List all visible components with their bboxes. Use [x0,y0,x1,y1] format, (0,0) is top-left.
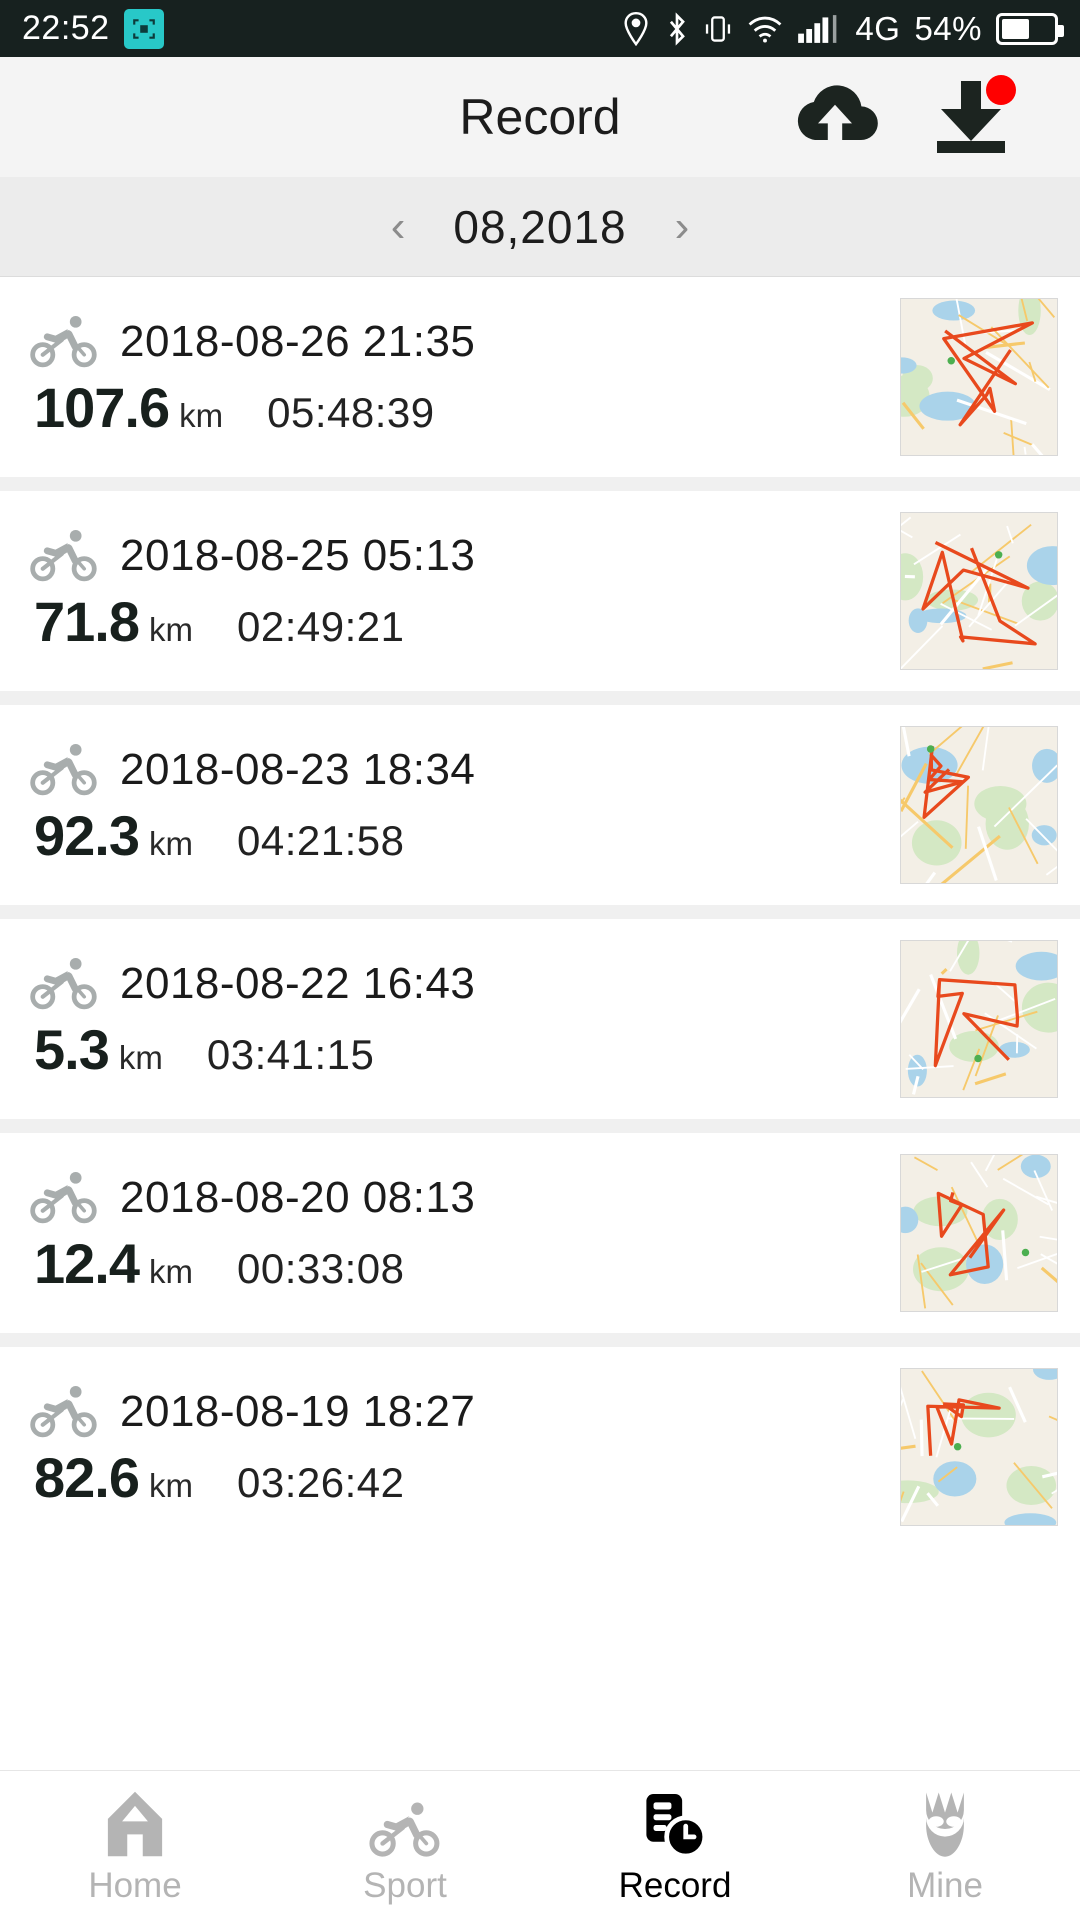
wifi-icon [747,14,783,44]
record-row[interactable]: 2018-08-22 16:43 5.3 km 03:41:15 [0,919,1080,1119]
record-distance: 82.6 [34,1445,140,1509]
cloud-upload-button[interactable] [788,77,882,157]
record-duration: 05:48:39 [267,388,435,436]
prev-month-button[interactable]: ‹ [381,199,416,255]
record-distance: 71.8 [34,589,140,653]
cycling-icon [30,743,98,797]
app-header: Record [0,57,1080,177]
bluetooth-icon [665,11,689,46]
record-distance: 107.6 [34,375,170,439]
record-datetime: 2018-08-23 18:34 [120,744,476,794]
nav-item-mine[interactable]: Mine [810,1786,1080,1906]
location-icon [621,11,651,46]
nav-label: Home [88,1865,182,1905]
cycling-icon [30,957,98,1011]
map-route-thumbnail[interactable] [900,298,1058,456]
record-duration: 00:33:08 [237,1244,405,1292]
record-datetime: 2018-08-20 08:13 [120,1172,476,1222]
record-datetime: 2018-08-22 16:43 [120,958,476,1008]
cycling-icon [30,1385,98,1439]
record-distance-unit: km [149,610,193,648]
map-route-thumbnail[interactable] [900,1368,1058,1526]
vibrate-icon [703,13,733,45]
nav-item-sport[interactable]: Sport [270,1786,540,1906]
record-row[interactable]: 2018-08-25 05:13 71.8 km 02:49:21 [0,491,1080,691]
cycling-icon [30,529,98,583]
record-list: 2018-08-26 21:35 107.6 km 05:48:39 2018-08-2… [0,277,1080,1547]
download-badge [986,75,1016,105]
battery-icon [996,12,1064,45]
cycling-icon [30,315,98,369]
record-datetime: 2018-08-25 05:13 [120,530,476,580]
nav-label: Sport [363,1865,447,1905]
status-bar: 22:52 4G 54% [0,0,1080,57]
month-selector: ‹ 08,2018 › [0,177,1080,277]
record-row[interactable]: 2018-08-20 08:13 12.4 km 00:33:08 [0,1133,1080,1333]
battery-percent: 54% [914,9,982,47]
header-actions [788,75,1080,157]
cycling-icon [30,1171,98,1225]
map-route-thumbnail[interactable] [900,1154,1058,1312]
record-duration: 03:41:15 [206,1030,375,1078]
nav-item-home[interactable]: Home [0,1786,270,1906]
nav-label: Record [618,1865,732,1905]
map-route-thumbnail[interactable] [900,512,1058,670]
record-distance-unit: km [149,1252,193,1290]
record-duration: 03:26:42 [237,1458,405,1506]
record-distance: 5.3 [34,1017,110,1081]
map-route-thumbnail[interactable] [900,726,1058,884]
record-distance-unit: km [118,1038,163,1076]
record-distance: 92.3 [34,803,140,867]
nav-item-record[interactable]: Record [540,1786,810,1906]
record-datetime: 2018-08-19 18:27 [120,1386,476,1436]
person-icon [916,1786,974,1858]
network-type: 4G [855,9,901,47]
current-month-label: 08,2018 [453,200,627,253]
record-datetime: 2018-08-26 21:35 [120,316,476,366]
record-distance-unit: km [179,396,224,434]
status-time: 22:52 [22,9,110,47]
record-clock-icon [644,1786,706,1858]
record-duration: 02:49:21 [237,602,405,650]
download-button[interactable] [924,75,1018,157]
record-row[interactable]: 2018-08-19 18:27 82.6 km 03:26:42 [0,1347,1080,1547]
signal-icon [797,13,841,45]
record-distance-unit: km [149,1466,193,1504]
map-route-thumbnail[interactable] [900,940,1058,1098]
record-distance: 12.4 [34,1231,140,1295]
nav-label: Mine [907,1865,983,1905]
cycling-icon [369,1786,441,1858]
record-row[interactable]: 2018-08-26 21:35 107.6 km 05:48:39 [0,277,1080,477]
record-duration: 04:21:58 [237,816,405,864]
record-distance-unit: km [149,824,193,862]
record-row[interactable]: 2018-08-23 18:34 92.3 km 04:21:58 [0,705,1080,905]
bottom-navigation: Home Sport Record Mine [0,1770,1080,1920]
cloud-upload-icon [789,80,881,155]
next-month-button[interactable]: › [665,199,700,255]
screenshot-icon [123,8,164,49]
home-icon [104,1786,166,1858]
